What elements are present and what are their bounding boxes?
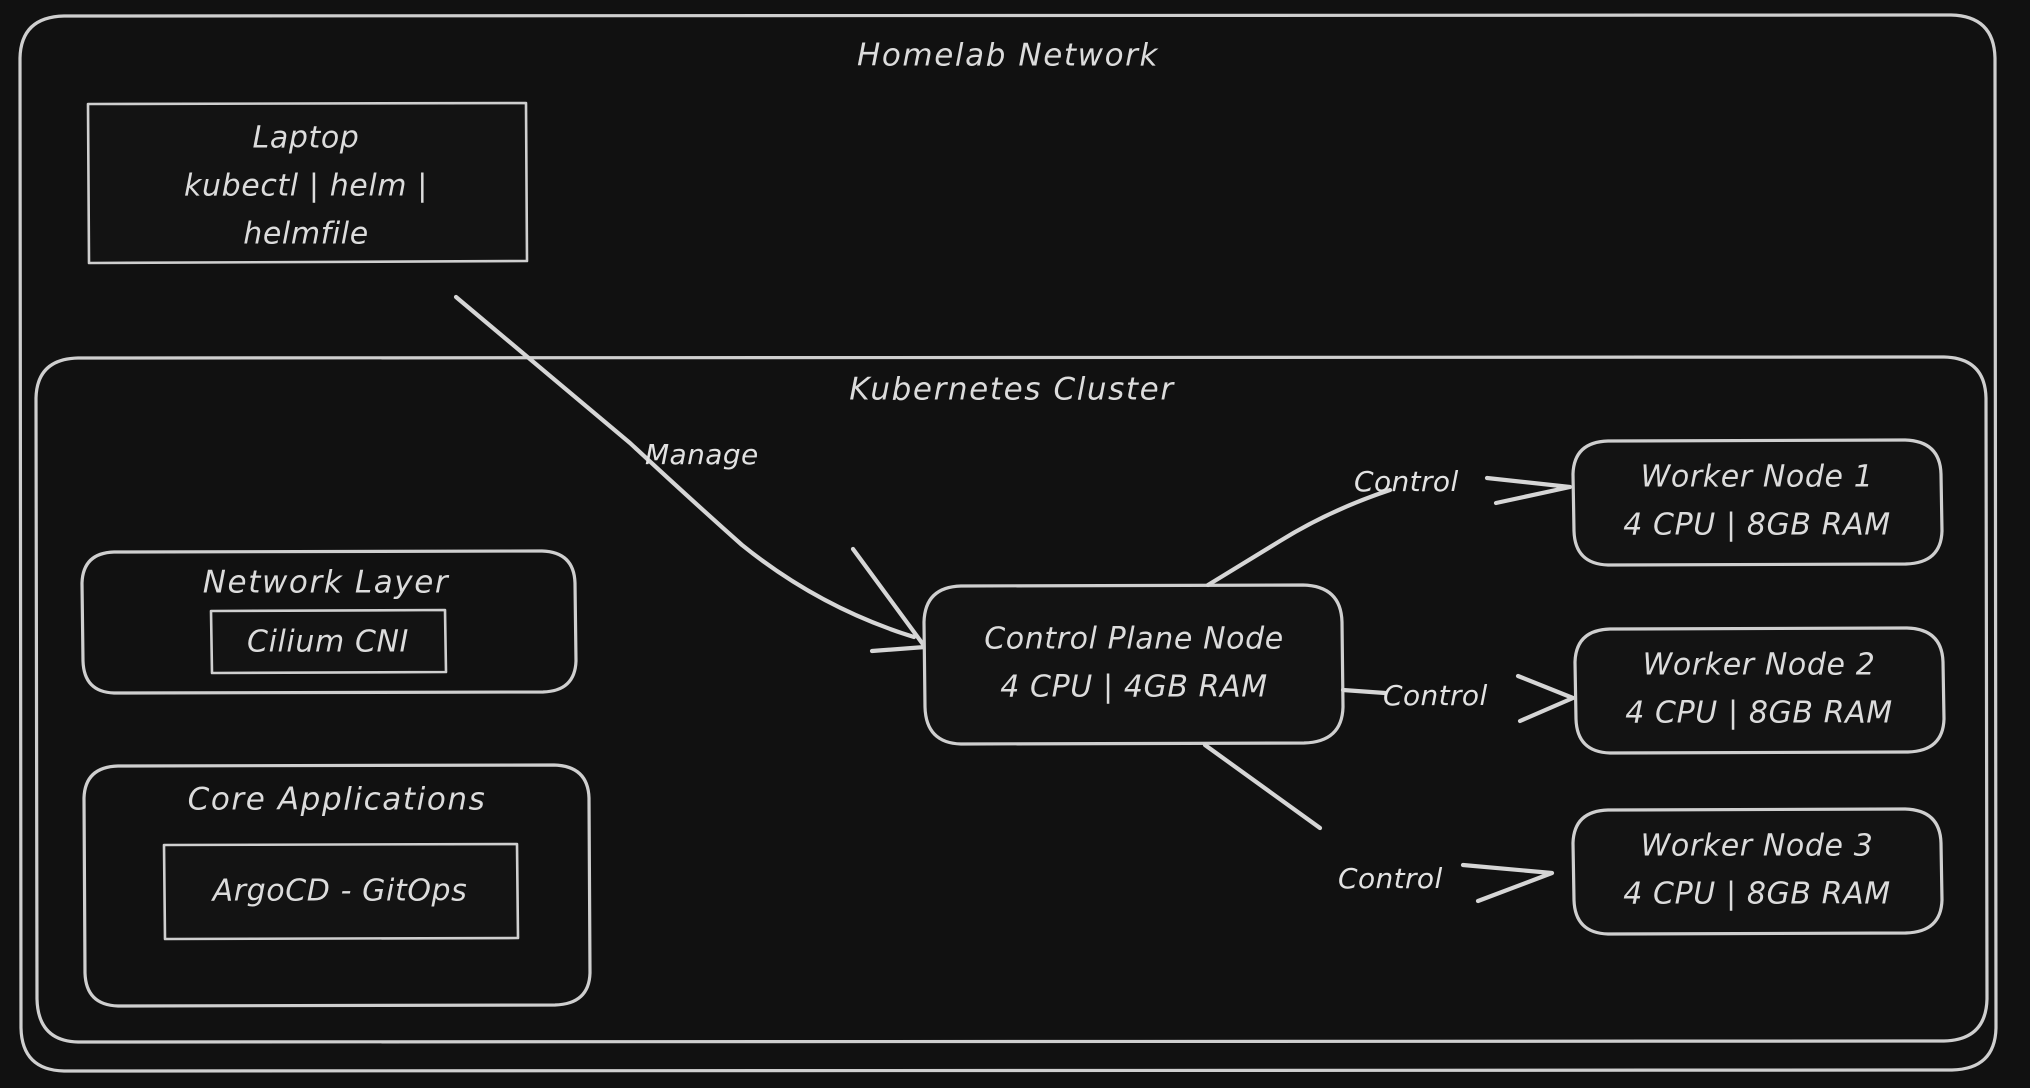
- homelab-network-title: Homelab Network: [857, 38, 1159, 74]
- diagram-canvas: Homelab Network Laptop kubectl | helm | …: [0, 0, 2030, 1088]
- node-argocd-gitops[interactable]: ArgoCD - GitOps: [162, 842, 520, 941]
- node-cilium-cni[interactable]: Cilium CNI: [209, 608, 448, 675]
- worker-1-label-line1: Worker Node 1: [1641, 460, 1874, 495]
- control1-edge-line: [1205, 487, 1393, 588]
- architecture-diagram: Homelab Network Laptop kubectl | helm | …: [18, 13, 1998, 1073]
- control1-edge-label: Control: [1354, 465, 1459, 498]
- control3-edge-label: Control: [1338, 862, 1443, 895]
- worker-3-label-line2: 4 CPU | 8GB RAM: [1623, 877, 1891, 912]
- control-plane-fill: [924, 585, 1343, 744]
- argocd-gitops-label: ArgoCD - GitOps: [211, 874, 468, 909]
- control2-edge-line: [1340, 687, 1388, 696]
- control3-edge-line: [1202, 742, 1323, 831]
- worker-2-label-line2: 4 CPU | 8GB RAM: [1625, 696, 1893, 731]
- core-applications-title: Core Applications: [188, 782, 487, 818]
- laptop-label-line1: Laptop: [253, 121, 360, 156]
- worker-3-label-line1: Worker Node 3: [1641, 829, 1874, 864]
- worker-1-label-line2: 4 CPU | 8GB RAM: [1623, 508, 1891, 543]
- node-control-plane[interactable]: Control Plane Node 4 CPU | 4GB RAM: [922, 583, 1345, 746]
- worker-2-label-line1: Worker Node 2: [1643, 648, 1876, 683]
- control2-edge-label: Control: [1383, 679, 1488, 712]
- cilium-cni-label: Cilium CNI: [247, 625, 409, 660]
- laptop-label-line2: kubectl | helm |: [184, 169, 428, 204]
- control-plane-label-line1: Control Plane Node: [984, 622, 1284, 657]
- node-worker-2[interactable]: Worker Node 2 4 CPU | 8GB RAM: [1573, 626, 1946, 755]
- container-core-applications: Core Applications ArgoCD - GitOps: [82, 763, 592, 1008]
- manage-arrowhead: [850, 546, 928, 654]
- edge-control-worker2: Control: [1340, 673, 1576, 724]
- kubernetes-cluster-title: Kubernetes Cluster: [849, 372, 1175, 408]
- control1-arrowhead: [1484, 475, 1573, 506]
- edge-control-worker3: Control: [1202, 742, 1555, 904]
- edge-manage: Manage: [453, 294, 928, 654]
- node-worker-3[interactable]: Worker Node 3 4 CPU | 8GB RAM: [1571, 807, 1944, 936]
- node-worker-1[interactable]: Worker Node 1 4 CPU | 8GB RAM: [1571, 438, 1944, 567]
- manage-edge-label: Manage: [645, 438, 759, 471]
- control-plane-label-line2: 4 CPU | 4GB RAM: [1000, 670, 1268, 705]
- laptop-label-line3: helmfile: [243, 217, 369, 252]
- network-layer-title: Network Layer: [203, 565, 450, 601]
- control3-arrowhead: [1460, 862, 1555, 904]
- edge-control-worker1: Control: [1205, 465, 1573, 588]
- node-laptop[interactable]: Laptop kubectl | helm | helmfile: [86, 101, 529, 265]
- control2-arrowhead: [1515, 673, 1576, 724]
- container-network-layer: Network Layer Cilium CNI: [80, 549, 578, 695]
